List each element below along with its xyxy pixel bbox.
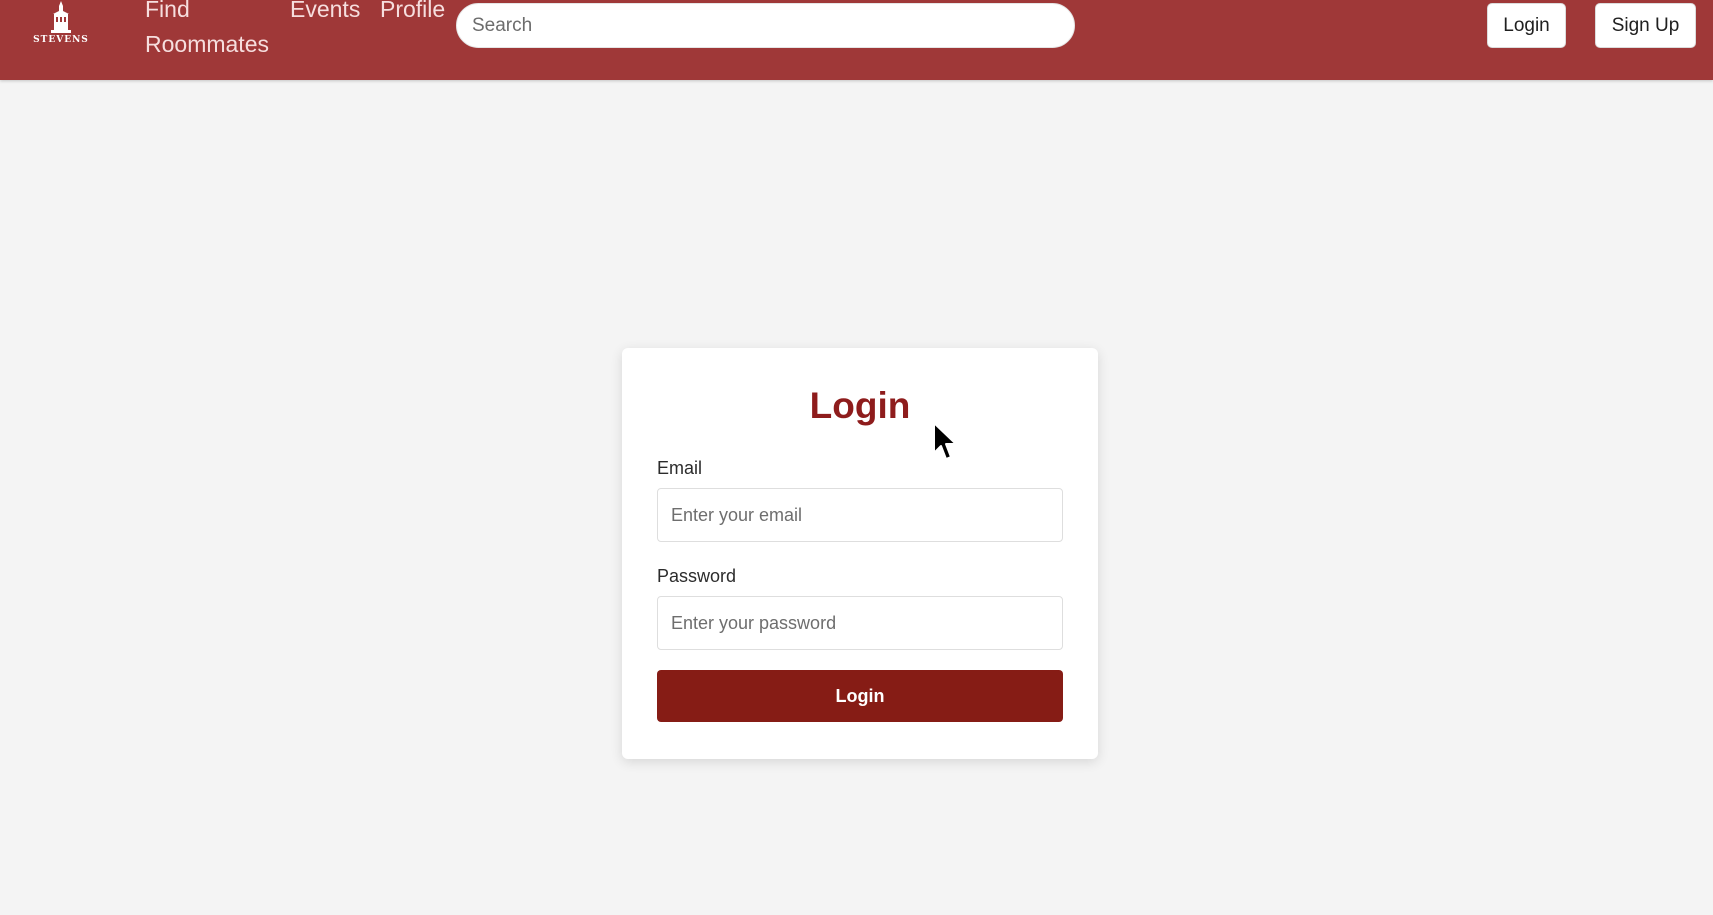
logo-text: STEVENS <box>33 35 89 45</box>
login-title: Login <box>809 385 911 426</box>
login-submit-button[interactable]: Login <box>657 670 1063 722</box>
header-login-button[interactable]: Login <box>1487 3 1566 48</box>
password-label: Password <box>657 566 737 586</box>
nav-link-profile[interactable]: Profile <box>380 0 445 27</box>
nav-link-find-roommates[interactable]: Find Roommates <box>145 0 285 62</box>
email-field[interactable] <box>657 488 1063 542</box>
sign-up-button[interactable]: Sign Up <box>1595 3 1696 48</box>
login-card: Login Email Password Login <box>622 348 1098 759</box>
stevens-logo[interactable]: STEVENS <box>30 0 92 52</box>
building-icon <box>51 1 71 33</box>
top-navbar: STEVENS Find Roommates Events Profile Lo… <box>0 0 1713 80</box>
password-field[interactable] <box>657 596 1063 650</box>
email-label: Email <box>657 458 703 478</box>
nav-link-events[interactable]: Events <box>290 0 360 27</box>
search-input[interactable] <box>456 3 1075 48</box>
